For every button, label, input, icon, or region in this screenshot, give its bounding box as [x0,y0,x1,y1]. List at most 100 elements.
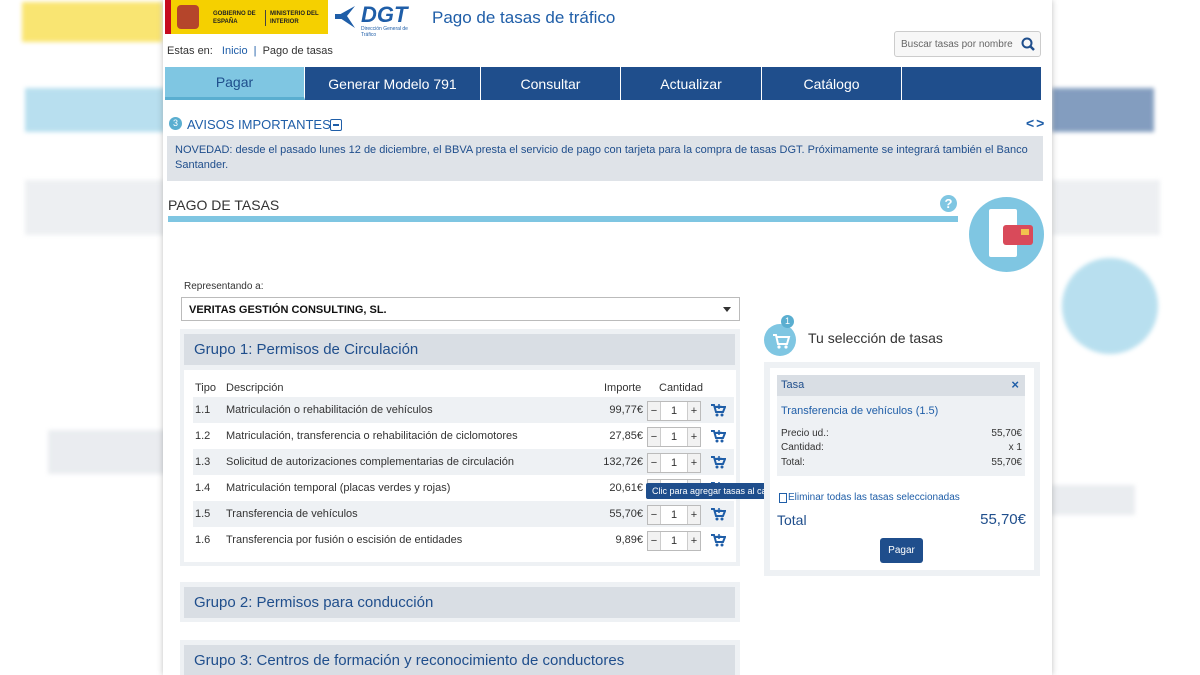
remove-all-link[interactable]: Eliminar todas las tasas seleccionadas [788,492,960,503]
trash-icon[interactable] [779,493,787,503]
quantity-value[interactable]: 1 [660,402,688,420]
dgt-logo[interactable]: DGT Dirección General de Tráfico [333,2,413,38]
quantity-stepper[interactable]: −1+ [647,505,701,525]
cart-glyph-icon [773,334,791,349]
precio-value: 55,70€ [991,428,1022,439]
spain-flag-icon [165,0,171,34]
row-descripcion: Matriculación temporal (placas verdes y … [226,482,451,494]
row-tipo: 1.5 [195,508,211,520]
add-to-cart-icon[interactable] [710,532,726,548]
collapse-icon[interactable] [330,119,342,131]
quantity-plus-button[interactable]: + [688,454,700,472]
quantity-minus-button[interactable]: − [648,506,660,524]
quantity-minus-button[interactable]: − [648,454,660,472]
row-importe: 99,77€ [609,404,643,416]
add-to-cart-icon[interactable] [710,506,726,522]
coat-of-arms-icon [177,5,199,29]
breadcrumb-home[interactable]: Inicio [222,45,248,57]
row-tipo: 1.1 [195,404,211,416]
quantity-value[interactable]: 1 [660,454,688,472]
grand-total-label: Total [777,512,807,528]
tab-catalogo[interactable]: Catálogo [762,67,902,100]
breadcrumb: Estas en: Inicio | Pago de tasas [167,45,333,57]
row-descripcion: Transferencia de vehículos [226,508,358,520]
notice-text: NOVEDAD: desde el pasado lunes 12 de dic… [175,144,1028,171]
quantity-plus-button[interactable]: + [688,402,700,420]
add-to-cart-icon[interactable] [710,454,726,470]
ministerio-label: MINISTERIO DEL INTERIOR [265,10,330,26]
quantity-value[interactable]: 1 [660,506,688,524]
total-label: Total: [781,457,805,468]
section-underline [168,216,958,222]
breadcrumb-separator: | [253,45,257,57]
dgt-arrow-icon [335,6,355,28]
tasa-header: Tasa × [777,375,1025,396]
chevron-down-icon [723,307,731,312]
table-row: 1.3 Solicitud de autorizaciones complemen… [193,449,734,475]
pay-button[interactable]: Pagar [880,538,923,563]
row-importe: 27,85€ [609,430,643,442]
quantity-value[interactable]: 1 [660,532,688,550]
grupo3-header[interactable]: Grupo 3: Centros de formación y reconoci… [184,645,735,675]
close-icon[interactable]: × [1011,377,1019,392]
help-icon[interactable]: ? [940,195,957,212]
tab-pagar[interactable]: Pagar [165,67,305,100]
avisos-nav-arrows[interactable]: <> [1026,115,1046,131]
quantity-stepper[interactable]: −1+ [647,427,701,447]
tasa-header-label: Tasa [781,379,805,391]
section-title: PAGO DE TASAS [168,197,280,213]
tab-generar-modelo-791[interactable]: Generar Modelo 791 [305,67,481,100]
row-descripcion: Matriculación o rehabilitación de vehícu… [226,404,433,416]
page-header-title: Pago de tasas de tráfico [432,8,616,27]
breadcrumb-prefix: Estas en: [167,45,213,57]
avisos-title[interactable]: AVISOS IMPORTANTES [187,117,331,132]
add-to-cart-icon[interactable] [710,428,726,444]
row-descripcion: Matriculación, transferencia o rehabilit… [226,430,518,442]
tab-actualizar[interactable]: Actualizar [621,67,762,100]
row-importe: 20,61€ [609,482,643,494]
quantity-plus-button[interactable]: + [688,428,700,446]
cantidad-label: Cantidad: [781,442,824,453]
quantity-minus-button[interactable]: − [648,428,660,446]
search-input[interactable]: Buscar tasas por nombre [901,39,1013,50]
cantidad-value: x 1 [1008,442,1022,453]
breadcrumb-current: Pago de tasas [262,45,333,57]
tab-consultar[interactable]: Consultar [481,67,621,100]
search-icon[interactable] [1021,37,1035,51]
dgt-subtitle: Dirección General de Tráfico [361,26,408,38]
quantity-value[interactable]: 1 [660,428,688,446]
tooltip: Clic para agregar tasas al carro [646,483,784,499]
search-box[interactable]: Buscar tasas por nombre [894,31,1041,57]
table-row: 1.6 Transferencia por fusión o escisión d… [193,527,734,553]
total-value: 55,70€ [991,457,1022,468]
quantity-minus-button[interactable]: − [648,532,660,550]
notice-box: NOVEDAD: desde el pasado lunes 12 de dic… [167,136,1043,181]
grupo1-header[interactable]: Grupo 1: Permisos de Circulación [184,334,735,365]
representando-label: Representando a: [184,281,264,292]
row-tipo: 1.3 [195,456,211,468]
quantity-minus-button[interactable]: − [648,402,660,420]
row-descripcion: Transferencia por fusión o escisión de e… [226,534,463,546]
representando-value: VERITAS GESTIÓN CONSULTING, SL. [189,304,387,316]
row-importe: 132,72€ [603,456,643,468]
quantity-stepper[interactable]: −1+ [647,401,701,421]
quantity-plus-button[interactable]: + [688,532,700,550]
dgt-page: GOBIERNO DE ESPAÑA MINISTERIO DEL INTERI… [163,0,1052,675]
selection-title: Tu selección de tasas [808,330,943,346]
table-row: 1.2 Matriculación, transferencia o rehabi… [193,423,734,449]
quantity-stepper[interactable]: −1+ [647,453,701,473]
gobierno-logo: GOBIERNO DE ESPAÑA MINISTERIO DEL INTERI… [165,0,328,34]
cart-count-badge: 1 [781,315,794,328]
quantity-stepper[interactable]: −1+ [647,531,701,551]
grupo2-header[interactable]: Grupo 2: Permisos para conducción [184,587,735,618]
col-header-importe: Importe [604,382,642,394]
gobierno-label: GOBIERNO DE ESPAÑA [213,11,256,25]
add-to-cart-icon[interactable] [710,402,726,418]
table-row: 1.1 Matriculación o rehabilitación de veh… [193,397,734,423]
cart-icon [764,324,796,356]
avisos-count-badge: 3 [169,117,182,130]
col-header-cantidad: Cantidad [659,382,704,394]
quantity-plus-button[interactable]: + [688,506,700,524]
representando-select[interactable]: VERITAS GESTIÓN CONSULTING, SL. [181,297,740,321]
row-importe: 9,89€ [615,534,643,546]
